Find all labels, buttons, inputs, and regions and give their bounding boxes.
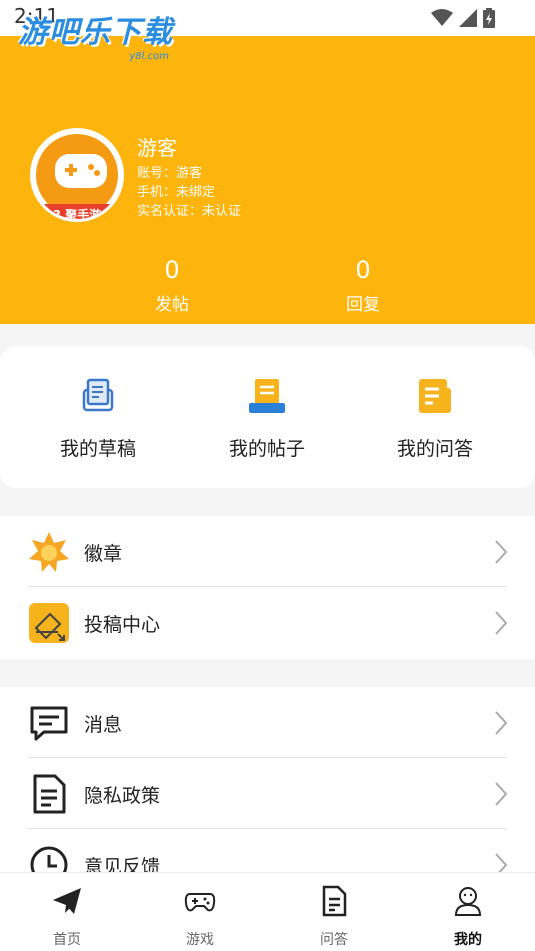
watermark-logo: 游吧乐下载 y8l.com [18, 15, 173, 62]
document-icon [33, 774, 66, 814]
gamepad-icon [184, 893, 216, 912]
avatar[interactable]: 3 聚手游 [30, 128, 124, 222]
chevron-right-icon [495, 611, 507, 635]
menu-item-badge-label: 徽章 [84, 543, 123, 565]
watermark-title: 游吧乐下载 [18, 15, 173, 50]
avatar-image: 3 聚手游 [36, 134, 118, 219]
chevron-right-icon [495, 711, 507, 735]
nav-qa-label: 问答 [320, 932, 348, 948]
avatar-label: 3 聚手游 [52, 208, 102, 222]
verify-text: 实名认证：未认证 [137, 204, 242, 219]
posts-icon [249, 379, 285, 413]
stat-replies-value: 0 [355, 256, 371, 284]
clock-icon [30, 846, 68, 872]
menu-item-submit-label: 投稿中心 [84, 614, 161, 636]
message-icon [30, 706, 68, 741]
menu-item-privacy[interactable]: 隐私政策 [0, 758, 535, 829]
menu-item-messages[interactable]: 消息 [0, 687, 535, 758]
phone-text: 手机：未绑定 [137, 185, 216, 200]
stat-replies[interactable]: 0 回复 [303, 256, 423, 315]
shortcut-qa-label: 我的问答 [396, 438, 473, 460]
nav-games[interactable]: 游戏 [160, 885, 240, 949]
nav-mine[interactable]: 我的 [428, 885, 508, 949]
shortcut-card: 我的草稿 我的帖子 我的问答 [0, 346, 535, 488]
stat-posts-value: 0 [164, 256, 180, 284]
signal-icon [459, 9, 477, 27]
stat-replies-label: 回复 [346, 295, 380, 315]
user-icon [454, 887, 482, 916]
nav-qa[interactable]: 问答 [294, 885, 374, 949]
chevron-right-icon [495, 540, 507, 564]
menu-group-2: 消息 隐私政策 意见反馈 [0, 687, 535, 872]
menu-item-submit[interactable]: 投稿中心 [0, 587, 535, 658]
nav-home[interactable]: 首页 [27, 885, 107, 949]
menu-item-feedback-label: 意见反馈 [84, 856, 161, 872]
qa-icon [419, 379, 451, 413]
menu-group-1: 徽章 投稿中心 [0, 516, 535, 659]
wifi-icon [431, 9, 453, 26]
stat-posts[interactable]: 0 发帖 [112, 256, 232, 315]
watermark-domain: y8l.com [129, 51, 169, 62]
menu-item-privacy-label: 隐私政策 [84, 785, 161, 807]
status-icons [431, 8, 495, 28]
chevron-right-icon [495, 853, 507, 872]
user-name: 游客 [137, 136, 177, 160]
menu-item-badge[interactable]: 徽章 [0, 516, 535, 587]
battery-icon [483, 8, 495, 28]
badge-icon [29, 532, 69, 572]
account-text: 账号：游客 [137, 166, 203, 181]
menu-item-feedback[interactable]: 意见反馈 [0, 829, 535, 872]
document-icon [322, 885, 347, 917]
stat-posts-label: 发帖 [155, 295, 189, 315]
paper-plane-icon [53, 888, 81, 914]
shortcut-posts-label: 我的帖子 [228, 438, 305, 460]
shortcut-drafts[interactable]: 我的草稿 [23, 376, 173, 461]
drafts-icon [82, 378, 114, 412]
shortcut-drafts-label: 我的草稿 [59, 438, 136, 460]
chevron-right-icon [495, 782, 507, 806]
shortcut-posts[interactable]: 我的帖子 [192, 376, 342, 461]
gamepad-icon [55, 154, 107, 188]
profile-header: 3 聚手游 游客 账号：游客 手机：未绑定 实名认证：未认证 0 发帖 0 回复 [0, 36, 535, 324]
nav-mine-label: 我的 [454, 932, 482, 948]
shortcut-qa[interactable]: 我的问答 [360, 376, 510, 461]
bottom-nav: 首页 游戏 问答 我的 [0, 872, 535, 951]
nav-games-label: 游戏 [186, 932, 214, 948]
nav-home-label: 首页 [53, 932, 81, 948]
menu-item-messages-label: 消息 [84, 714, 123, 736]
submit-icon [29, 603, 69, 643]
